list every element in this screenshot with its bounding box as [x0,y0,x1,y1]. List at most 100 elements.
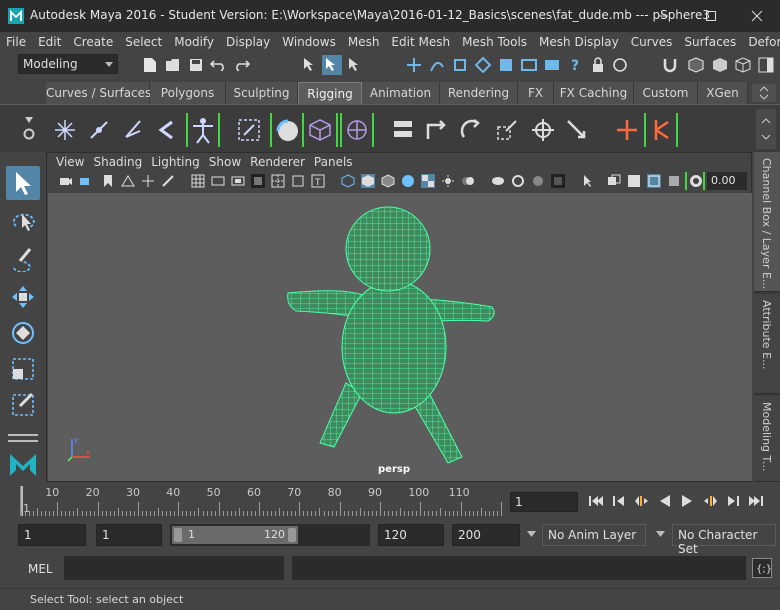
step-back-key-icon[interactable] [612,494,626,508]
shelf-parent-constraint-button[interactable] [388,115,418,145]
menu-curves[interactable]: Curves [625,32,679,52]
snap-curve-button[interactable] [427,55,447,75]
rewind-history-button[interactable] [610,55,630,75]
sculpt-button[interactable] [686,55,706,75]
tab-attribute-editor[interactable]: Attribute E... [754,294,780,394]
render-settings-button[interactable] [710,55,730,75]
resolution-gate-icon[interactable] [231,174,245,188]
panel-menu-show[interactable]: Show [200,153,241,171]
menu-edit-mesh[interactable]: Edit Mesh [385,32,456,52]
play-backwards-icon[interactable] [658,494,672,508]
magnet-button[interactable] [660,55,680,75]
snap-live-button[interactable] [496,55,516,75]
film-gate-icon[interactable] [211,174,225,188]
playback-start-field[interactable]: 1 [96,524,162,546]
snap-point-button[interactable] [450,55,470,75]
grid-icon[interactable] [191,174,205,188]
screen-space-ao-icon[interactable] [491,174,505,188]
select-tool-button[interactable] [6,166,40,200]
chevron-down-icon[interactable] [656,531,665,537]
shelf-scroll-buttons[interactable] [752,84,776,102]
help-button[interactable]: ? [565,55,585,75]
move-tool-button[interactable] [6,280,40,314]
go-to-end-icon[interactable] [748,494,764,508]
tab-polygons[interactable]: Polygons [150,82,226,104]
checker-texture-icon[interactable] [421,174,435,188]
panel-menu-view[interactable]: View [47,153,84,171]
shadows-icon[interactable] [461,174,475,188]
depth-of-field-icon[interactable] [551,174,565,188]
hypershade-button[interactable] [733,55,753,75]
maximize-button[interactable] [688,0,734,32]
range-end-handle[interactable] [288,528,296,542]
wireframe-on-shaded-icon[interactable] [381,174,395,188]
tab-xgen[interactable]: XGen [698,82,748,104]
2d-pan-zoom-icon[interactable] [141,174,155,188]
shelf-gear-icon[interactable] [22,127,36,141]
panel-menu-renderer[interactable]: Renderer [241,153,305,171]
character-mesh-wireframe[interactable] [48,193,752,481]
undo-button[interactable] [208,55,228,75]
grease-pencil-icon[interactable] [161,174,175,188]
last-tool-button[interactable] [6,388,40,422]
3d-viewport[interactable]: y x persp [48,193,752,481]
tab-fx-caching[interactable]: FX Caching [554,82,634,104]
playback-end-field[interactable]: 120 [378,524,444,546]
shelf-bind-skin-button[interactable] [234,115,264,145]
panel-menu-panels[interactable]: Panels [305,153,353,171]
script-editor-button[interactable]: {;} [752,558,772,578]
xray-active-components-icon[interactable] [627,174,641,188]
ipr-render-button[interactable] [542,55,562,75]
shelf-pole-vector-button[interactable] [562,115,592,145]
select-objects-button[interactable] [322,55,342,75]
scale-tool-button[interactable] [6,352,40,386]
menu-mesh-tools[interactable]: Mesh Tools [456,32,533,52]
lights-icon[interactable] [441,174,455,188]
step-forward-key-icon[interactable] [726,494,740,508]
shelf-joint-tool-button[interactable] [52,117,78,143]
menu-mesh[interactable]: Mesh [342,32,386,52]
shelf-quick-rig-button[interactable] [186,113,220,147]
shelf-ik-handle-button[interactable] [86,117,112,143]
range-start-handle[interactable] [174,528,182,542]
tab-animation[interactable]: Animation [362,82,440,104]
paint-select-tool-button[interactable] [6,242,40,276]
shelf-set-key-button[interactable] [644,113,678,147]
shelf-curve-ik-button[interactable] [154,117,180,143]
safe-action-icon[interactable] [291,174,305,188]
character-set-dropdown[interactable]: No Character Set [672,524,776,556]
time-ruler[interactable]: 1 10 20 30 40 50 60 70 80 90 100 110 [20,486,502,516]
menu-edit[interactable]: Edit [32,32,67,52]
lasso-tool-button[interactable] [6,204,40,238]
multisample-aa-icon[interactable] [531,174,545,188]
motion-blur-icon[interactable] [511,174,525,188]
tab-channel-box[interactable]: Channel Box / Layer E... [754,152,780,292]
script-language-label[interactable]: MEL [28,562,53,576]
shelf-orient-constraint-button[interactable] [456,115,486,145]
close-button[interactable] [734,0,780,32]
xray-icon[interactable] [607,174,621,188]
shelf-menu-icon[interactable] [22,113,36,127]
lock-button[interactable] [588,55,608,75]
panel-menu-lighting[interactable]: Lighting [142,153,200,171]
menu-select[interactable]: Select [119,32,168,52]
panel-menu-shading[interactable]: Shading [84,153,142,171]
redo-button[interactable] [232,55,252,75]
shelf-point-constraint-button[interactable] [422,115,452,145]
animation-end-field[interactable]: 200 [452,524,520,546]
smooth-shade-icon[interactable] [361,174,375,188]
shelf-scale-constraint-button[interactable] [492,115,522,145]
step-forward-frame-icon[interactable] [702,494,718,508]
tab-sculpting[interactable]: Sculpting [226,82,298,104]
render-button[interactable] [519,55,539,75]
tab-fx[interactable]: FX [518,82,554,104]
menu-display[interactable]: Display [220,32,276,52]
quad-layout-button[interactable] [6,446,40,480]
tab-rigging[interactable]: Rigging [298,82,362,104]
exposure-field[interactable]: 0.00 [707,172,747,190]
shelf-aim-constraint-button[interactable] [528,115,558,145]
field-chart-icon[interactable] [271,174,285,188]
exposure-button[interactable] [685,172,705,190]
select-hierarchy-button[interactable] [300,55,320,75]
anim-layer-dropdown[interactable]: No Anim Layer [542,524,646,546]
